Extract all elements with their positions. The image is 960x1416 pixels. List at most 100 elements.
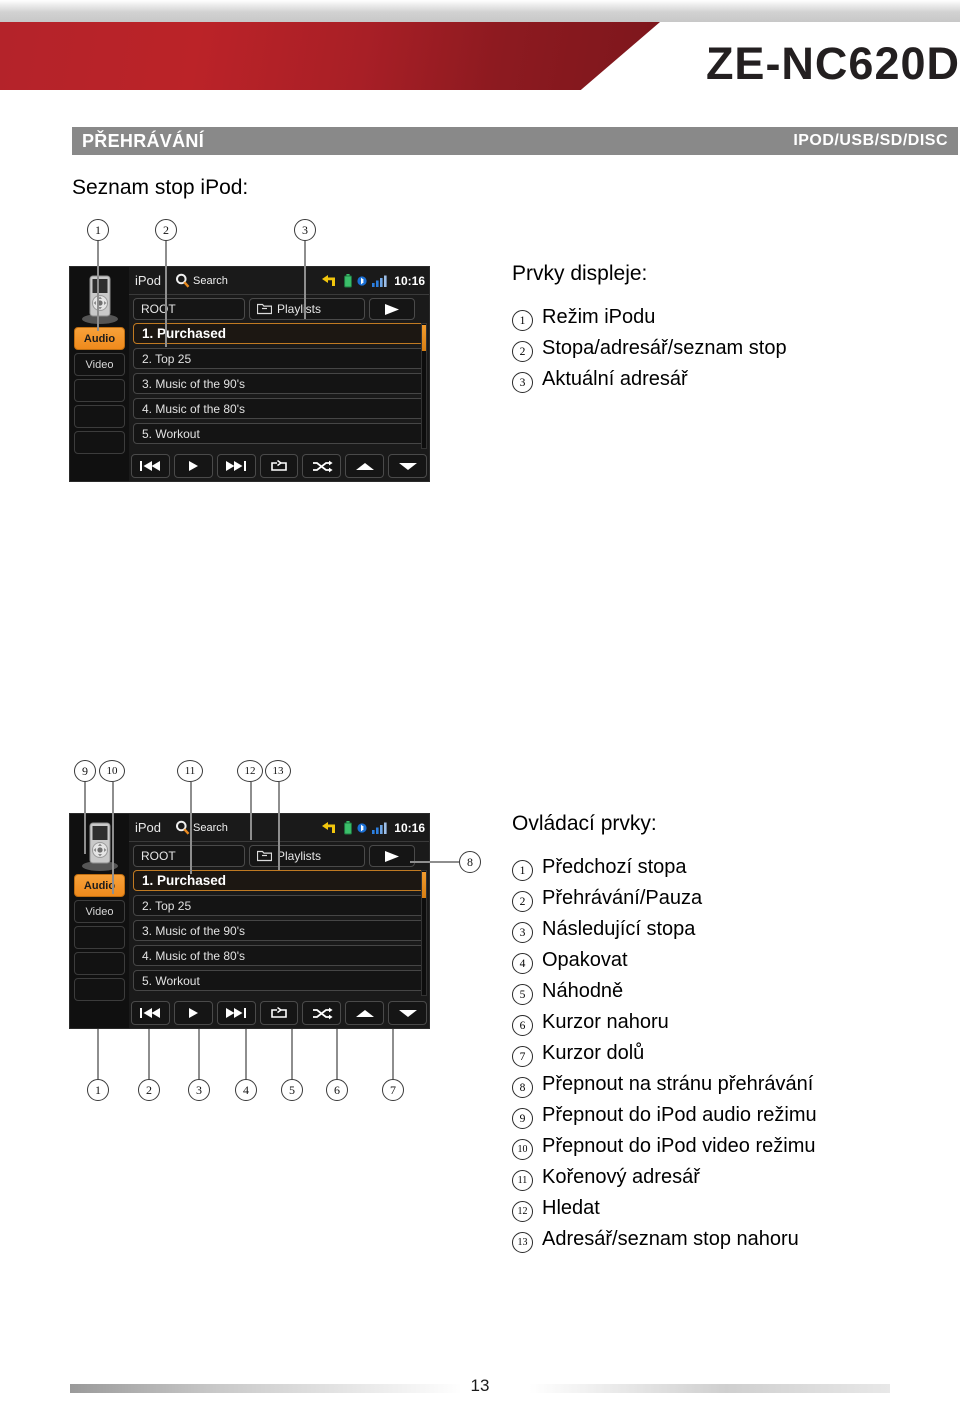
list-item[interactable]: 1. Purchased (133, 870, 425, 891)
list-scrollbar[interactable] (421, 323, 427, 449)
list-item[interactable]: 2. Top 25 (133, 348, 425, 369)
section-header-bar: PŘEHRÁVÁNÍ IPOD/USB/SD/DISC (72, 127, 958, 155)
legend-label: Kurzor nahoru (542, 1011, 669, 1033)
callout-2: 2 (155, 219, 177, 241)
next-track-button[interactable] (216, 454, 256, 478)
ipod-device-icon (82, 275, 118, 324)
list-item[interactable]: 4. Music of the 80's (133, 398, 425, 419)
legend-item: 11 Kořenový adresář (512, 1166, 952, 1191)
callout-11: 11 (177, 760, 203, 782)
device-control-bar (131, 453, 428, 479)
sidebar-button-blank-3[interactable] (74, 431, 125, 454)
battery-icon (344, 273, 353, 287)
status-source-label: iPod (135, 273, 162, 288)
sidebar-button-video[interactable]: Video (74, 900, 125, 923)
controls-panel-title: Ovládací prvky: (512, 812, 657, 835)
list-item[interactable]: 4. Music of the 80's (133, 945, 425, 966)
playlists-button[interactable]: Playlists (249, 845, 365, 867)
signal-bars-icon (372, 275, 387, 287)
callout-b2: 2 (138, 1079, 160, 1101)
root-directory-field[interactable]: ROOT (133, 298, 245, 320)
play-pause-button[interactable] (173, 1001, 213, 1025)
cursor-down-button[interactable] (388, 454, 428, 478)
scrollbar-thumb[interactable] (422, 325, 426, 351)
legend-label: Adresář/seznam stop nahoru (542, 1228, 799, 1250)
sidebar-button-blank-1[interactable] (74, 926, 125, 949)
list-item[interactable]: 1. Purchased (133, 323, 425, 344)
list-item[interactable]: 2. Top 25 (133, 895, 425, 916)
callout-leader-12 (250, 782, 252, 840)
search-button[interactable]: Search (175, 273, 228, 288)
search-label: Search (193, 821, 228, 834)
legend-item: 2 Stopa/adresář/seznam stop (512, 337, 942, 362)
cursor-down-button[interactable] (388, 1001, 428, 1025)
goto-playback-button[interactable] (369, 298, 415, 320)
legend-number: 9 (512, 1108, 533, 1129)
legend-number: 6 (512, 1015, 533, 1036)
cursor-up-button[interactable] (345, 454, 385, 478)
shuffle-button[interactable] (302, 1001, 342, 1025)
repeat-button[interactable] (259, 1001, 299, 1025)
device-screenshot-controls: Audio Video iPod Search 10:16 ROOT Playl… (69, 813, 430, 1029)
goto-playback-button[interactable] (369, 845, 415, 867)
page-number: 13 (460, 1376, 500, 1396)
legend-label: Stopa/adresář/seznam stop (542, 337, 787, 359)
shuffle-button[interactable] (302, 454, 342, 478)
callout-b3: 3 (188, 1079, 210, 1101)
sidebar-button-blank-2[interactable] (74, 952, 125, 975)
list-item[interactable]: 3. Music of the 90's (133, 373, 425, 394)
list-scrollbar[interactable] (421, 870, 427, 996)
list-item[interactable]: 3. Music of the 90's (133, 920, 425, 941)
previous-track-icon (140, 461, 161, 471)
legend-label: Přepnout na stránu přehrávání (542, 1073, 814, 1095)
search-button[interactable]: Search (175, 820, 228, 835)
shuffle-icon (312, 460, 333, 472)
sidebar-button-blank-2[interactable] (74, 405, 125, 428)
callout-leader-1 (97, 241, 99, 331)
sidebar-button-audio[interactable]: Audio (74, 874, 125, 897)
list-item[interactable]: 5. Workout (133, 423, 425, 444)
top-gradient-strip (0, 0, 960, 22)
play-icon (189, 461, 199, 471)
legend-number: 12 (512, 1201, 533, 1222)
folder-icon (257, 850, 272, 862)
callout-9: 9 (74, 760, 96, 782)
playlists-label: Playlists (277, 302, 322, 316)
search-label: Search (193, 274, 228, 287)
cursor-down-icon (398, 1009, 417, 1017)
cursor-up-button[interactable] (345, 1001, 385, 1025)
play-pause-button[interactable] (173, 454, 213, 478)
repeat-icon (271, 459, 287, 471)
legend-label: Aktuální adresář (542, 368, 688, 390)
next-track-button[interactable] (216, 1001, 256, 1025)
next-track-icon (226, 461, 247, 471)
repeat-button[interactable] (259, 454, 299, 478)
sidebar-button-video[interactable]: Video (74, 353, 125, 376)
legend-number: 4 (512, 953, 533, 974)
callout-leader-8 (410, 861, 459, 863)
previous-track-button[interactable] (131, 454, 170, 478)
root-directory-field[interactable]: ROOT (133, 845, 245, 867)
scrollbar-thumb[interactable] (422, 872, 426, 898)
callout-12: 12 (237, 760, 263, 782)
sidebar-button-audio[interactable]: Audio (74, 327, 125, 350)
callout-b4: 4 (235, 1079, 257, 1101)
callout-8: 8 (459, 851, 481, 873)
previous-track-button[interactable] (131, 1001, 170, 1025)
playlists-button[interactable]: Playlists (249, 298, 365, 320)
play-icon (385, 303, 399, 315)
sidebar-button-blank-1[interactable] (74, 379, 125, 402)
playlist-list: 1. Purchased 2. Top 25 3. Music of the 9… (133, 870, 427, 998)
legend-item: 13 Adresář/seznam stop nahoru (512, 1228, 952, 1253)
callout-leader-2 (165, 241, 167, 347)
sidebar-button-blank-3[interactable] (74, 978, 125, 1001)
legend-number: 2 (512, 891, 533, 912)
legend-label: Kořenový adresář (542, 1166, 700, 1188)
bluetooth-icon (357, 275, 367, 286)
callout-b7: 7 (382, 1079, 404, 1101)
battery-icon (344, 820, 353, 834)
cursor-up-icon (355, 462, 374, 470)
list-item[interactable]: 5. Workout (133, 970, 425, 991)
callout-leader-b2 (148, 1029, 150, 1079)
legend-item: 6 Kurzor nahoru (512, 1011, 952, 1036)
